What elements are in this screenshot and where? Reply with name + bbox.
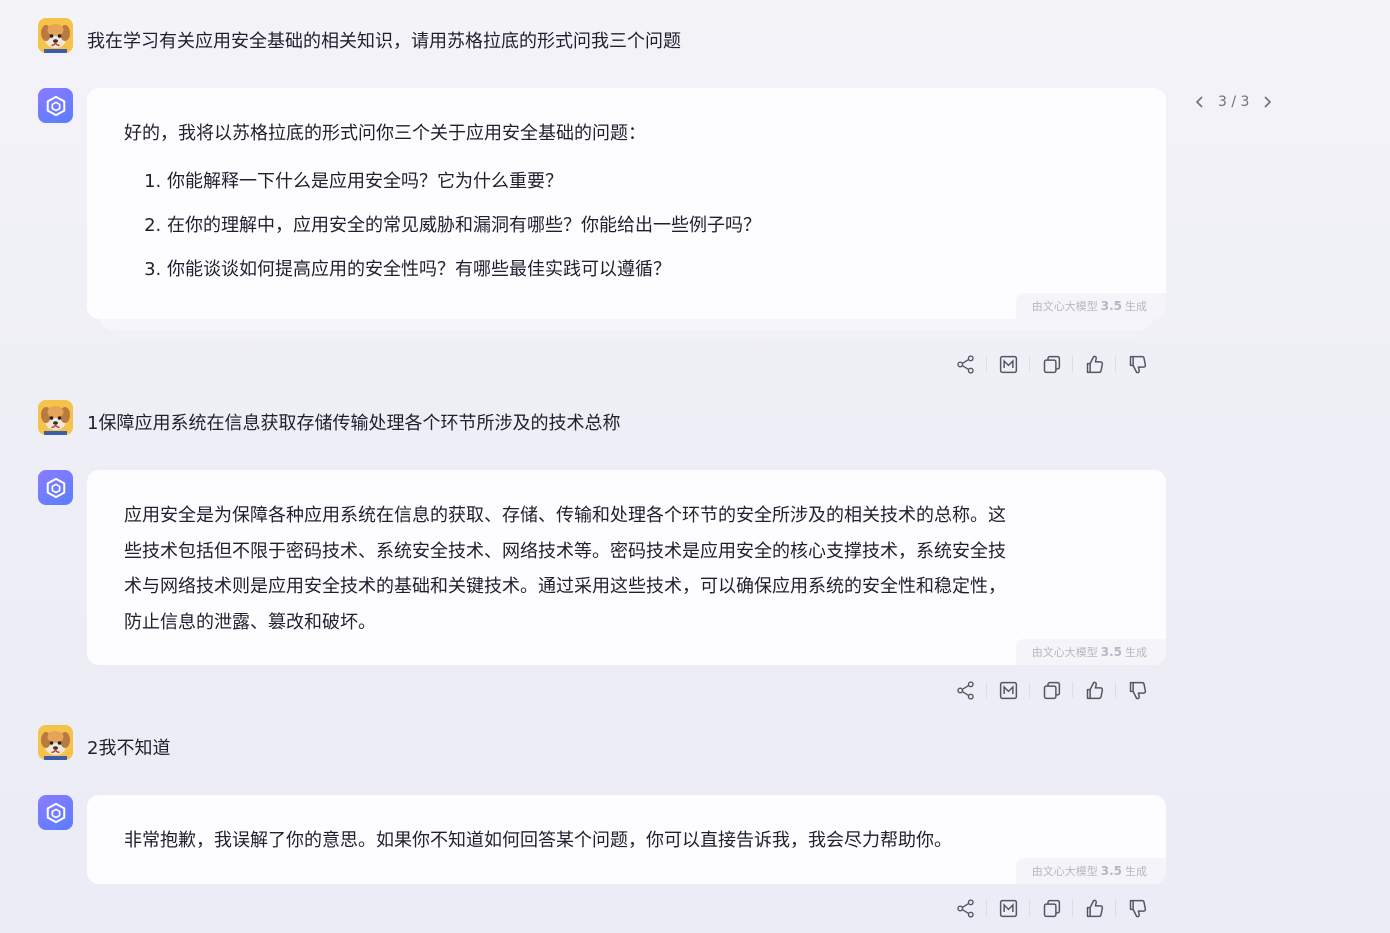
assistant-message-6: 非常抱歉，我误解了你的意思。如果你不知道如何回答某个问题，你可以直接告诉我，我会… [87,795,1166,884]
share-icon[interactable] [950,894,980,922]
chevron-right-icon[interactable] [1259,92,1275,112]
divider [1029,900,1030,916]
divider [1029,682,1030,698]
chevron-left-icon[interactable] [1192,92,1208,112]
share-icon[interactable] [950,350,980,378]
thumbs-up-icon[interactable] [1079,350,1109,378]
paragraph-line: 防止信息的泄露、篡改和破坏。 [124,611,376,633]
divider [986,900,987,916]
divider [1115,356,1116,372]
assistant-avatar [38,88,73,123]
divider [1072,682,1073,698]
response-pager: 3 / 3 [1192,92,1275,112]
divider [1115,682,1116,698]
copy-icon[interactable] [1036,350,1066,378]
gen-note-prefix: 由文心大模型 [1031,865,1098,878]
paragraph-line: 术与网络技术则是应用安全技术的基础和关键技术。通过采用这些技术，可以确保应用系统… [124,576,1006,597]
cube-logo-icon [46,477,65,498]
divider [986,356,987,372]
list-item: 在你的理解中，应用安全的常见威胁和漏洞有哪些？你能给出一些例子吗？ [167,204,1129,248]
user-message-3: 1保障应用系统在信息获取存储传输处理各个环节所涉及的技术总称 [87,413,621,434]
share-icon[interactable] [950,676,980,704]
divider [1115,900,1116,916]
generated-by-note: 由文心大模型 3.5 生成 [1016,858,1166,884]
user-message-5: 2我不知道 [87,738,171,759]
generated-by-note: 由文心大模型 3.5 生成 [1016,293,1166,319]
user-avatar [38,725,73,760]
thumbs-down-icon[interactable] [1122,894,1152,922]
image-icon[interactable] [993,894,1023,922]
generated-by-note: 由文心大模型 3.5 生成 [1016,639,1166,665]
gen-note-version: 3.5 [1100,645,1122,659]
copy-icon[interactable] [1036,894,1066,922]
assistant-message-2: 好的，我将以苏格拉底的形式问你三个关于应用安全基础的问题： 你能解释一下什么是应… [87,88,1166,319]
assistant-reply: 非常抱歉，我误解了你的意思。如果你不知道如何回答某个问题，你可以直接告诉我，我会… [124,830,952,851]
assistant-avatar [38,470,73,505]
cube-logo-icon [46,802,65,823]
gen-note-suffix: 生成 [1125,646,1147,659]
user-avatar [38,18,73,53]
paragraph-line: 些技术包括但不限于密码技术、系统安全技术、网络技术等。密码技术是应用安全的核心支… [124,540,1006,562]
user-avatar [38,400,73,435]
assistant-avatar [38,795,73,830]
copy-icon[interactable] [1036,676,1066,704]
list-item: 你能谈谈如何提高应用的安全性吗？有哪些最佳实践可以遵循？ [167,248,1129,292]
thumbs-up-icon[interactable] [1079,894,1109,922]
gen-note-suffix: 生成 [1125,865,1147,878]
image-icon[interactable] [993,350,1023,378]
image-icon[interactable] [993,676,1023,704]
assistant-message-4: 应用安全是为保障各种应用系统在信息的获取、存储、传输和处理各个环节的安全所涉及的… [87,470,1166,665]
divider [1072,900,1073,916]
thumbs-down-icon[interactable] [1122,350,1152,378]
gen-note-version: 3.5 [1100,864,1122,878]
cube-logo-icon [46,95,65,116]
message-actions [950,350,1152,378]
question-list: 你能解释一下什么是应用安全吗？它为什么重要？ 在你的理解中，应用安全的常见威胁和… [124,160,1129,292]
message-actions [950,676,1152,704]
thumbs-down-icon[interactable] [1122,676,1152,704]
divider [1072,356,1073,372]
gen-note-prefix: 由文心大模型 [1031,646,1098,659]
paragraph-line: 应用安全是为保障各种应用系统在信息的获取、存储、传输和处理各个环节的安全所涉及的… [124,505,1006,526]
list-item: 你能解释一下什么是应用安全吗？它为什么重要？ [167,160,1129,204]
gen-note-version: 3.5 [1100,299,1122,313]
pager-count: 3 / 3 [1218,94,1250,110]
divider [986,682,987,698]
gen-note-prefix: 由文心大模型 [1031,300,1098,313]
user-message-1: 我在学习有关应用安全基础的相关知识，请用苏格拉底的形式问我三个问题 [87,31,681,52]
divider [1029,356,1030,372]
gen-note-suffix: 生成 [1125,300,1147,313]
assistant-intro: 好的，我将以苏格拉底的形式问你三个关于应用安全基础的问题： [124,123,646,144]
message-actions [950,894,1152,922]
thumbs-up-icon[interactable] [1079,676,1109,704]
